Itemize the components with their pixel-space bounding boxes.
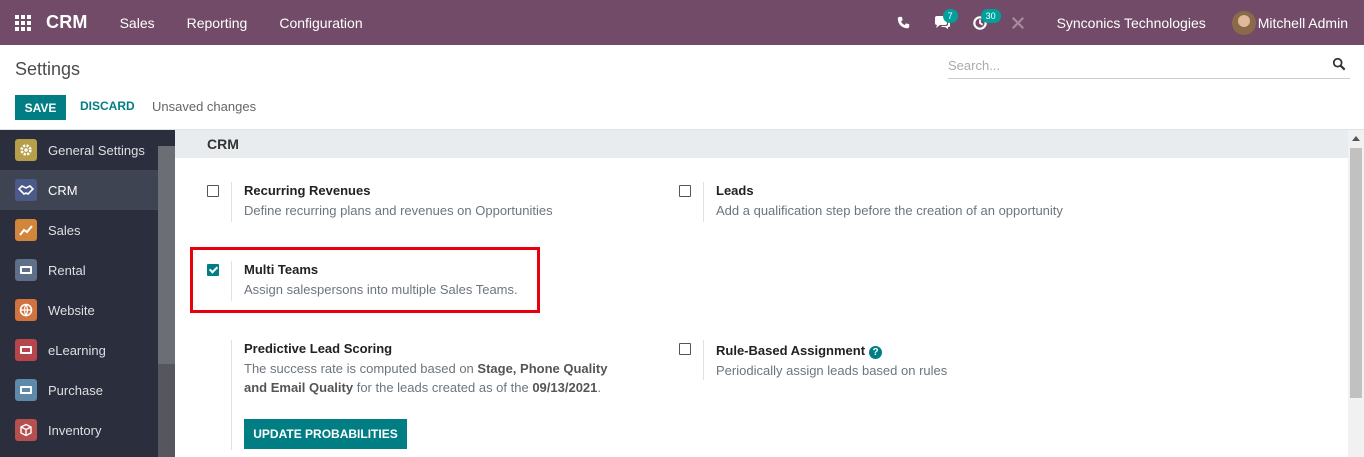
rule-based-assignment-title: Rule-Based Assignment?	[716, 343, 883, 359]
sidebar-item-general-settings[interactable]: General Settings	[0, 130, 158, 170]
chart-icon	[15, 219, 37, 241]
predictive-lead-scoring-title: Predictive Lead Scoring	[244, 341, 393, 356]
sidebar-item-label: Purchase	[48, 382, 103, 398]
divider	[231, 182, 232, 222]
save-button[interactable]: SAVE	[15, 95, 66, 120]
unsaved-status: Unsaved changes	[152, 99, 257, 114]
sidebar-item-sales[interactable]: Sales	[0, 210, 158, 250]
rule-based-assignment-desc: Periodically assign leads based on rules	[716, 363, 948, 378]
menu-configuration[interactable]: Configuration	[263, 15, 378, 31]
highlight-box	[190, 247, 540, 313]
sidebar-item-rental[interactable]: Rental	[0, 250, 158, 290]
rule-based-assignment-checkbox[interactable]	[679, 343, 691, 355]
top-navbar: CRM Sales Reporting Configuration 7 30 S…	[0, 0, 1364, 45]
sidebar-item-inventory[interactable]: Inventory	[0, 410, 158, 450]
rental-icon	[15, 259, 37, 281]
sidebar-item-website[interactable]: Website	[0, 290, 158, 330]
handshake-icon	[15, 179, 37, 201]
sidebar-scrollbar-thumb[interactable]	[158, 146, 175, 364]
control-panel: Settings SAVE DISCARD Unsaved changes	[0, 45, 1364, 130]
page-title: Settings	[15, 59, 81, 79]
recurring-revenues-checkbox[interactable]	[207, 185, 219, 197]
activities-badge: 30	[980, 9, 1001, 23]
elearning-icon	[15, 339, 37, 361]
divider	[231, 340, 232, 450]
search-input[interactable]	[948, 53, 1318, 77]
user-menu[interactable]: Mitchell Admin	[1231, 10, 1364, 35]
update-probabilities-button[interactable]: UPDATE PROBABILITIES	[244, 419, 407, 449]
sidebar-item-purchase[interactable]: Purchase	[0, 370, 158, 410]
avatar	[1231, 10, 1256, 35]
phone-icon[interactable]	[885, 0, 923, 45]
search-bar	[948, 53, 1350, 79]
app-name[interactable]: CRM	[46, 12, 88, 33]
sidebar-item-label: General Settings	[48, 142, 145, 158]
sidebar-item-label: Inventory	[48, 422, 102, 438]
tools-icon[interactable]	[999, 0, 1037, 45]
main-scrollbar[interactable]	[1348, 130, 1364, 457]
messages-icon[interactable]: 7	[923, 0, 961, 45]
menu-reporting[interactable]: Reporting	[171, 15, 264, 31]
box-icon	[15, 419, 37, 441]
sidebar-item-label: Website	[48, 302, 95, 318]
purchase-icon	[15, 379, 37, 401]
help-icon[interactable]: ?	[869, 346, 883, 359]
divider	[703, 182, 704, 222]
gear-icon	[15, 139, 37, 161]
section-title: CRM	[175, 130, 1348, 158]
sidebar-scrollbar[interactable]	[158, 146, 175, 457]
sidebar-item-elearning[interactable]: eLearning	[0, 330, 158, 370]
recurring-revenues-title: Recurring Revenues	[244, 183, 371, 198]
recurring-revenues-desc: Define recurring plans and revenues on O…	[244, 203, 553, 218]
scroll-up-arrow-icon[interactable]	[1352, 136, 1360, 141]
divider	[703, 340, 704, 380]
leads-title: Leads	[716, 183, 754, 198]
activities-icon[interactable]: 30	[961, 0, 1001, 45]
sidebar-item-label: eLearning	[48, 342, 106, 358]
apps-menu-icon[interactable]	[0, 0, 46, 45]
leads-desc: Add a qualification step before the crea…	[716, 203, 1063, 218]
settings-sidebar: General Settings CRM Sales Rental Websit…	[0, 130, 175, 457]
sidebar-item-crm[interactable]: CRM	[0, 170, 158, 210]
menu-sales[interactable]: Sales	[104, 15, 171, 31]
leads-checkbox[interactable]	[679, 185, 691, 197]
globe-icon	[15, 299, 37, 321]
sidebar-item-label: Sales	[48, 222, 81, 238]
main-scrollbar-thumb[interactable]	[1350, 148, 1362, 398]
discard-button[interactable]: DISCARD	[80, 99, 135, 113]
search-icon[interactable]	[1332, 57, 1348, 73]
sidebar-item-label: CRM	[48, 182, 78, 198]
company-switcher[interactable]: Synconics Technologies	[1037, 15, 1232, 31]
predictive-lead-scoring-desc: The success rate is computed based on St…	[244, 361, 608, 395]
messages-badge: 7	[942, 9, 958, 23]
user-name: Mitchell Admin	[1257, 14, 1348, 31]
sidebar-item-label: Rental	[48, 262, 86, 278]
